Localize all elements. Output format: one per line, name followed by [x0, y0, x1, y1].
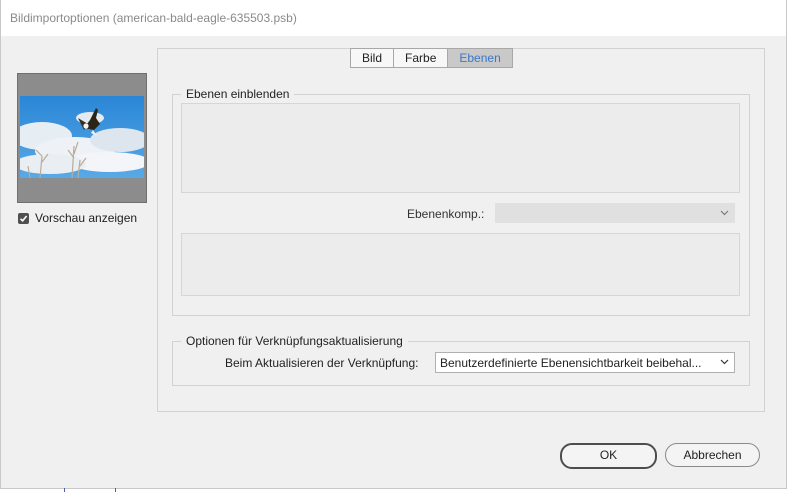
link-update-value: Benutzerdefinierte Ebenensichtbarkeit be…	[440, 356, 702, 370]
update-group-title: Optionen für Verknüpfungsaktualisierung	[181, 334, 408, 348]
layer-comp-label: Ebenenkomp.:	[407, 207, 485, 221]
import-options-dialog: Bildimportoptionen (american-bald-eagle-…	[0, 0, 787, 489]
preview-thumbnail	[17, 73, 147, 203]
background-edge-mark	[64, 488, 65, 492]
chevron-down-icon	[720, 359, 729, 365]
tab-farbe[interactable]: Farbe	[394, 48, 449, 68]
link-update-select[interactable]: Benutzerdefinierte Ebenensichtbarkeit be…	[435, 352, 735, 373]
layer-comp-select[interactable]	[495, 203, 735, 223]
show-preview-label: Vorschau anzeigen	[35, 211, 138, 225]
eagle-preview-image	[20, 96, 144, 178]
tab-bild[interactable]: Bild	[350, 48, 395, 68]
window-title: Bildimportoptionen (american-bald-eagle-…	[10, 11, 297, 25]
tab-bar: Bild Farbe Ebenen	[350, 48, 513, 68]
link-update-label: Beim Aktualisieren der Verknüpfung:	[225, 356, 419, 370]
ok-button[interactable]: OK	[560, 443, 657, 469]
checkmark-icon	[19, 214, 28, 222]
show-preview-checkbox[interactable]	[18, 212, 29, 224]
layer-comp-comment	[181, 233, 740, 296]
layers-list[interactable]	[181, 103, 740, 193]
tab-ebenen[interactable]: Ebenen	[448, 48, 513, 68]
background-edge-mark	[115, 488, 116, 492]
show-preview-checkbox-row[interactable]: Vorschau anzeigen	[18, 211, 137, 225]
layers-group-title: Ebenen einblenden	[181, 87, 295, 101]
cancel-button[interactable]: Abbrechen	[665, 443, 760, 467]
chevron-down-icon	[720, 210, 729, 216]
title-bar: Bildimportoptionen (american-bald-eagle-…	[1, 0, 786, 36]
